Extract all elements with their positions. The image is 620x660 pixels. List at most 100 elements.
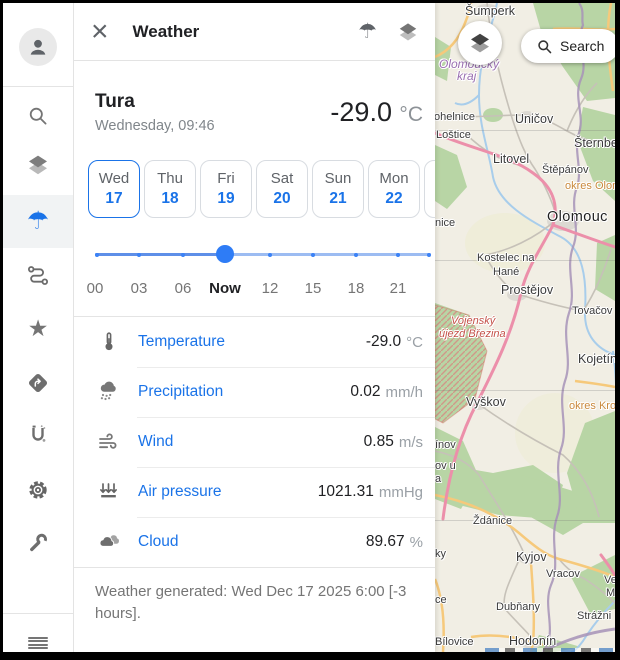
sidebar-item-track-recording[interactable]	[3, 411, 73, 459]
detail-row-air-pressure: Air pressure 1021.31 mmHg	[73, 467, 435, 517]
map-label: Olomouc	[547, 209, 608, 225]
search-icon	[536, 38, 553, 55]
location-summary: Tura Wednesday, 09:46 -29.0 °C	[73, 61, 435, 134]
thermometer-icon	[97, 330, 121, 354]
map-label: a	[435, 473, 441, 485]
time-slider[interactable]	[73, 232, 435, 280]
weather-layers-icon[interactable]	[397, 21, 419, 43]
map-label: ohelnice	[435, 111, 475, 123]
map-label: okres Kro	[569, 400, 615, 412]
map-label: Vyškov	[466, 395, 506, 409]
map-label: Litovel	[493, 152, 529, 166]
map-label: Ždánice	[473, 515, 512, 527]
umbrella-icon[interactable]: ☂	[358, 21, 377, 42]
map-label: Hodonín	[509, 634, 556, 648]
day-card[interactable]: Sat 20	[256, 160, 308, 218]
map-label: Loštice	[436, 129, 471, 141]
time-labels: 00 03 06 Now 12 15 18 21	[73, 280, 435, 302]
map-label: Vracov	[546, 568, 580, 580]
day-label: Mon	[379, 170, 408, 187]
layers-icon	[468, 31, 492, 55]
detail-link[interactable]: Precipitation	[138, 383, 223, 401]
location-name: Tura	[95, 91, 215, 113]
detail-value: 0.85	[364, 433, 394, 451]
time-label-now: Now	[209, 280, 241, 297]
gear-icon	[26, 478, 50, 502]
detail-link[interactable]: Temperature	[138, 333, 225, 351]
map-label: Šternberk	[574, 136, 615, 150]
route-icon	[26, 263, 50, 287]
weather-details: Temperature -29.0 °C Precipitation 0.02 …	[73, 316, 435, 568]
panel-title: Weather	[133, 22, 200, 42]
sidebar-divider	[3, 86, 73, 87]
detail-link[interactable]: Cloud	[138, 533, 179, 551]
day-label: Wed	[99, 170, 130, 187]
map-label: Strážni	[577, 610, 611, 622]
slider-tick	[181, 253, 185, 257]
sidebar-item-menu[interactable]	[3, 619, 73, 652]
slider-tick	[268, 253, 272, 257]
detail-unit: %	[410, 534, 423, 551]
sidebar-item-layers[interactable]	[3, 141, 73, 189]
sidebar-item-search[interactable]	[3, 92, 73, 140]
day-date: 22	[385, 190, 402, 208]
time-label: 06	[175, 280, 192, 297]
detail-link[interactable]: Air pressure	[138, 483, 222, 501]
detail-link[interactable]: Wind	[138, 433, 173, 451]
panel-header: × Weather ☂	[73, 3, 435, 61]
cloud-icon	[97, 530, 121, 554]
detail-unit: mmHg	[379, 484, 423, 501]
day-card[interactable]: Fri 19	[200, 160, 252, 218]
map-label: ky	[435, 548, 446, 560]
day-date: 19	[217, 190, 234, 208]
day-label: Thu	[157, 170, 183, 187]
map-layers-button[interactable]	[458, 21, 502, 65]
map-label: Kostelec na	[477, 252, 534, 264]
map-attribution	[485, 648, 615, 652]
search-icon	[26, 104, 50, 128]
map-label: Štěpánov	[542, 164, 588, 176]
day-card[interactable]: Wed 17	[88, 160, 140, 218]
day-card[interactable]: Mon 22	[368, 160, 420, 218]
sidebar-divider	[3, 613, 73, 614]
slider-tick	[427, 253, 431, 257]
sidebar-item-routes[interactable]	[3, 251, 73, 299]
map-label: kraj	[457, 69, 476, 83]
day-card[interactable]: Thu 18	[144, 160, 196, 218]
map-label: okres Olomo	[565, 180, 615, 192]
slider-thumb[interactable]	[216, 245, 234, 263]
day-card[interactable]: Tu 23	[424, 160, 435, 218]
map-search-button[interactable]: Search	[521, 29, 615, 63]
sidebar-item-settings[interactable]	[3, 466, 73, 514]
day-card[interactable]: Sun 21	[312, 160, 364, 218]
day-selector: Wed 17 Thu 18 Fri 19 Sat 20 Sun 21 Mon 2…	[73, 160, 435, 218]
sidebar: ☂ ★	[3, 3, 74, 652]
map-label: Hané	[493, 266, 519, 278]
close-button[interactable]: ×	[85, 17, 115, 47]
map-label: Ve	[604, 574, 615, 586]
sidebar-item-configure[interactable]	[3, 519, 73, 567]
sidebar-item-navigation[interactable]	[3, 359, 73, 407]
app-window: ☂ ★	[3, 3, 615, 652]
detail-value: 89.67	[366, 533, 405, 551]
map-label: nice	[435, 217, 455, 229]
profile-button[interactable]	[19, 28, 57, 66]
day-date: 18	[161, 190, 178, 208]
map-label: Kojetín	[578, 352, 615, 366]
map-label: Bílovice	[435, 636, 474, 648]
map-label: Kyjov	[516, 550, 547, 564]
map-label: Dubňany	[496, 601, 540, 613]
map[interactable]: Šumperk Olomoucký kraj ohelnice Uničov L…	[435, 3, 615, 652]
temperature-value: -29.0	[330, 97, 392, 127]
detail-value: 0.02	[350, 383, 380, 401]
sidebar-item-favorites[interactable]: ★	[3, 304, 73, 352]
day-date: 21	[329, 190, 346, 208]
slider-tick	[396, 253, 400, 257]
slider-tick	[311, 253, 315, 257]
sidebar-item-weather[interactable]: ☂	[3, 195, 73, 248]
weather-panel: × Weather ☂ Tura Wednesday, 09:46 -29.0 …	[73, 3, 435, 652]
map-label: Šumperk	[465, 4, 515, 18]
detail-value: 1021.31	[318, 483, 374, 501]
slider-tick	[95, 253, 99, 257]
detail-row-cloud: Cloud 89.67 %	[73, 517, 435, 567]
